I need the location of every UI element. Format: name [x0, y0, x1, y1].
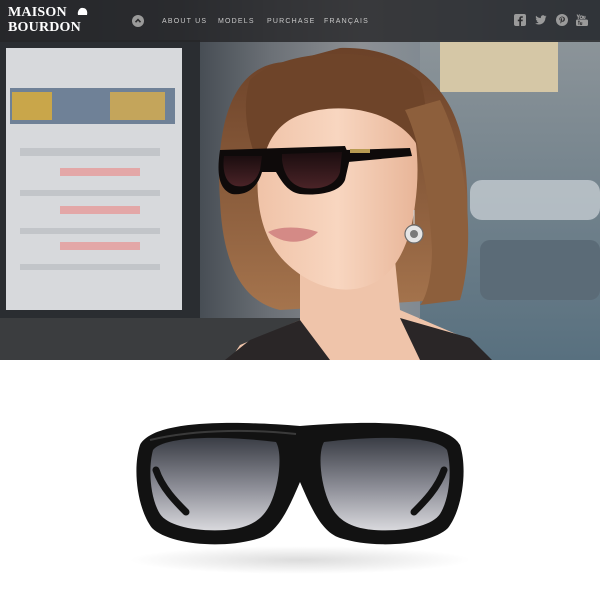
nav-link-purchase[interactable]: Purchase — [267, 16, 316, 28]
brand-logo[interactable]: MAISON BOURDON — [8, 5, 94, 37]
chevron-up-circle-icon[interactable] — [132, 15, 144, 27]
product-shadow — [130, 546, 470, 574]
menu-board — [6, 48, 182, 310]
hero-banner: MAISON BOURDON About us Models Purchase … — [0, 0, 600, 360]
nav-link-models[interactable]: Models — [218, 16, 255, 28]
nav-link-francais[interactable]: Français — [324, 16, 369, 28]
top-navbar: MAISON BOURDON About us Models Purchase … — [0, 0, 600, 42]
logo-hat-icon — [77, 7, 88, 15]
left-lens — [150, 437, 280, 531]
sunglasses-product-image[interactable] — [0, 360, 600, 600]
facebook-icon[interactable] — [514, 14, 526, 26]
logo-text-line2: BOURDON — [8, 20, 81, 35]
pinterest-icon[interactable] — [556, 14, 568, 26]
entrance-sign — [440, 42, 558, 92]
right-lens — [320, 437, 450, 531]
twitter-icon[interactable] — [535, 14, 547, 26]
product-showcase — [0, 360, 600, 600]
youtube-icon[interactable] — [576, 14, 588, 26]
hero-photo — [0, 40, 600, 360]
nav-link-about-us[interactable]: About us — [162, 16, 207, 28]
